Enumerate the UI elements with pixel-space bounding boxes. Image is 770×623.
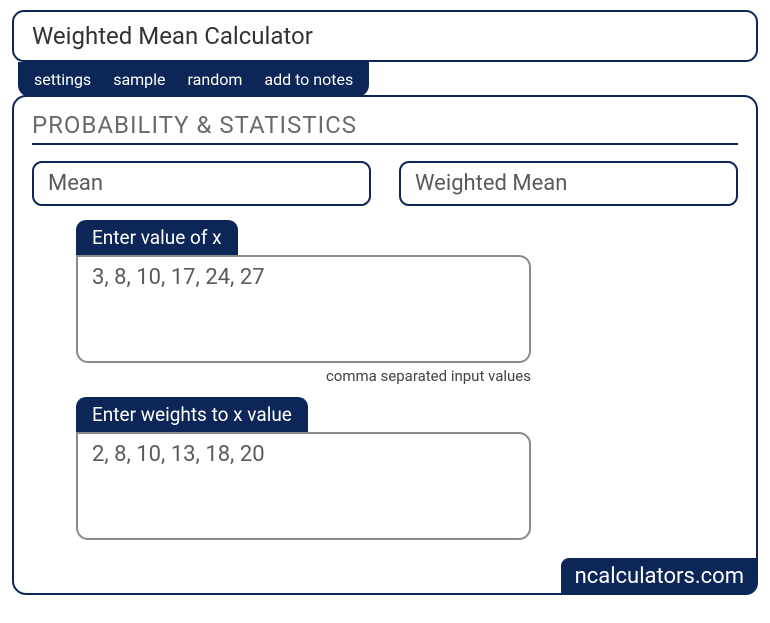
mode-weighted-mean-button[interactable]: Weighted Mean — [399, 161, 738, 206]
field-x-hint: comma separated input values — [76, 367, 531, 385]
tab-sample[interactable]: sample — [113, 70, 165, 89]
field-x-group: Enter value of x comma separated input v… — [76, 220, 738, 385]
field-weights-group: Enter weights to x value — [76, 397, 738, 540]
field-weights-input[interactable] — [76, 432, 531, 540]
tab-add-to-notes[interactable]: add to notes — [264, 70, 353, 89]
tab-random[interactable]: random — [188, 70, 243, 89]
tab-settings[interactable]: settings — [34, 70, 91, 89]
field-weights-label: Enter weights to x value — [76, 397, 308, 432]
section-heading: PROBABILITY & STATISTICS — [32, 111, 738, 145]
field-x-label: Enter value of x — [76, 220, 238, 255]
mode-row: Mean Weighted Mean — [32, 161, 738, 206]
field-x-input[interactable] — [76, 255, 531, 363]
main-panel: PROBABILITY & STATISTICS Mean Weighted M… — [12, 95, 758, 595]
mode-mean-button[interactable]: Mean — [32, 161, 371, 206]
page-title: Weighted Mean Calculator — [12, 10, 758, 62]
brand-badge: ncalculators.com — [561, 558, 758, 595]
tab-bar: settings sample random add to notes — [18, 62, 369, 97]
